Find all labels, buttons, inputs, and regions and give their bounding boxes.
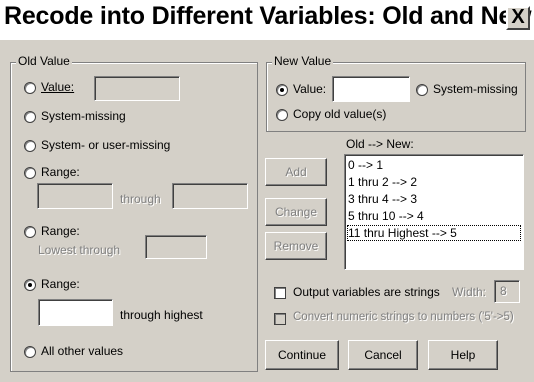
copy-old-value-label: Copy old value(s) — [293, 107, 387, 121]
old-range-label: Range: — [41, 165, 80, 179]
old-system-missing-radio[interactable] — [24, 111, 36, 123]
continue-button-label: Continue — [277, 348, 327, 362]
old-range-lowest-label: Range: — [41, 224, 80, 238]
width-value: 8 — [500, 284, 507, 298]
list-item[interactable]: 1 thru 2 --> 2 — [348, 175, 417, 189]
old-range-through-label: through — [120, 192, 161, 206]
new-value-radio[interactable] — [276, 84, 288, 96]
help-button[interactable]: Help — [428, 340, 498, 370]
old-system-or-user-missing-radio[interactable] — [24, 140, 36, 152]
close-button[interactable]: X — [506, 6, 530, 30]
old-range-radio[interactable] — [24, 167, 36, 179]
old-range-lowest-radio[interactable] — [24, 226, 36, 238]
convert-numeric-checkbox[interactable] — [274, 313, 286, 325]
width-input[interactable]: 8 — [494, 280, 520, 303]
remove-button-label: Remove — [273, 239, 319, 253]
window-title: Recode into Different Variables: Old and… — [4, 2, 534, 30]
old-value-radio[interactable] — [24, 82, 36, 94]
add-button-label: Add — [285, 165, 307, 179]
change-button[interactable]: Change — [265, 198, 327, 226]
new-value-legend: New Value — [272, 54, 334, 68]
old-through-highest-label: through highest — [120, 308, 203, 322]
output-strings-checkbox[interactable] — [274, 287, 286, 299]
continue-button[interactable]: Continue — [265, 340, 339, 370]
new-system-missing-label: System-missing — [433, 82, 518, 96]
old-through-highest-input[interactable] — [38, 299, 113, 326]
old-value-legend: Old Value — [16, 54, 72, 68]
list-item[interactable]: 0 --> 1 — [348, 158, 383, 172]
old-system-missing-label: System-missing — [41, 109, 126, 123]
old-value-label: Value: — [41, 80, 75, 94]
old-system-or-user-missing-label: System- or user-missing — [41, 138, 171, 152]
list-item[interactable]: 5 thru 10 --> 4 — [348, 209, 424, 223]
old-range-highest-radio[interactable] — [24, 279, 36, 291]
recode-dialog: Recode into Different Variables: Old and… — [0, 0, 534, 382]
old-range-highest-label: Range: — [41, 277, 80, 291]
old-lowest-through-label: Lowest through — [38, 243, 121, 257]
old-range-to-input[interactable] — [172, 183, 248, 209]
old-all-other-radio[interactable] — [24, 346, 36, 358]
cancel-button[interactable]: Cancel — [348, 340, 418, 370]
new-value-input[interactable] — [332, 76, 410, 102]
title-bar: Recode into Different Variables: Old and… — [0, 0, 534, 40]
width-label: Width: — [452, 285, 487, 299]
old-lowest-through-input[interactable] — [145, 235, 207, 259]
help-button-label: Help — [450, 348, 476, 362]
old-range-from-input[interactable] — [37, 183, 113, 209]
convert-numeric-label: Convert numeric strings to numbers ('5'-… — [293, 311, 514, 323]
old-all-other-label: All other values — [41, 344, 124, 358]
new-value-label: Value: — [293, 82, 327, 96]
close-icon: X — [511, 6, 525, 28]
remove-button[interactable]: Remove — [265, 232, 327, 260]
old-new-listbox[interactable]: 0 --> 1 1 thru 2 --> 2 3 thru 4 --> 3 5 … — [344, 154, 524, 270]
old-new-list-label: Old --> New: — [346, 137, 414, 151]
change-button-label: Change — [274, 205, 318, 219]
new-system-missing-radio[interactable] — [416, 84, 428, 96]
old-value-input[interactable] — [94, 76, 180, 101]
copy-old-value-radio[interactable] — [276, 109, 288, 121]
cancel-button-label: Cancel — [364, 348, 402, 362]
output-strings-label: Output variables are strings — [293, 285, 440, 299]
list-item[interactable]: 11 thru Highest --> 5 — [347, 225, 521, 241]
add-button[interactable]: Add — [265, 158, 327, 186]
list-item[interactable]: 3 thru 4 --> 3 — [348, 192, 417, 206]
